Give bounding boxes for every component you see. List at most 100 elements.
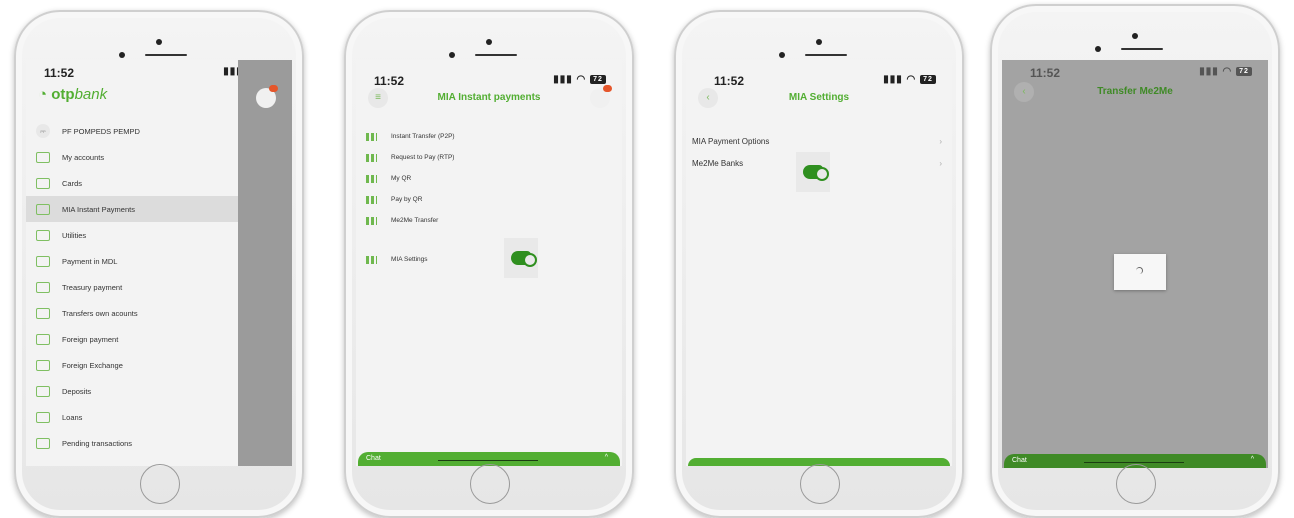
menu-item-foreign-payment[interactable]: Foreign payment (26, 326, 246, 352)
menu-item-my-accounts[interactable]: My accounts (26, 144, 246, 170)
chevron-up-icon[interactable]: ^ (605, 454, 608, 461)
menu-item-cards[interactable]: Cards (26, 170, 246, 196)
utilities-icon (36, 229, 50, 241)
menu-item-foreign-exchange[interactable]: Foreign Exchange (26, 352, 246, 378)
list-item-my-qr[interactable]: My QR (362, 168, 622, 189)
menu-label: Foreign Exchange (62, 360, 123, 370)
sensor-dot (449, 52, 455, 58)
card-icon (36, 177, 50, 189)
notification-bell-icon[interactable] (590, 85, 612, 108)
speaker-grille (1121, 48, 1163, 50)
item-label: MIA Settings (391, 256, 428, 263)
side-menu: PP PF POMPEDS PEMPD My accounts Cards MIA… (26, 118, 246, 456)
chat-handle (438, 460, 538, 461)
item-label: Pay by QR (391, 196, 423, 203)
avatar: PP (36, 124, 50, 138)
chevron-up-icon[interactable]: ^ (1251, 456, 1254, 463)
list-item-mia-settings[interactable]: MIA Settings (362, 249, 622, 270)
menu-label: Payment in MDL (62, 256, 118, 266)
chevron-right-icon: › (939, 136, 942, 146)
page-title: Transfer Me2Me (1097, 86, 1173, 97)
home-button[interactable] (1116, 464, 1156, 504)
menu-label: Foreign payment (62, 334, 119, 344)
item-label: My QR (391, 175, 412, 182)
menu-label: Cards (62, 178, 83, 188)
battery-icon: 72 (920, 74, 936, 84)
menu-label: Utilities (62, 230, 87, 240)
phone-4: 11:52 ▮▮▮ ◠ 72 ‹ Transfer Me2Me Chat ^ (990, 4, 1280, 518)
home-button[interactable] (470, 464, 510, 504)
menu-item-treasury[interactable]: Treasury payment (26, 274, 246, 300)
list-item-request-to-pay[interactable]: Request to Pay (RTP) (362, 147, 622, 168)
otpbank-logo: ◔ otpbank (38, 86, 108, 103)
sensor-dot (119, 52, 125, 58)
phone-1: 11:52 ▮▮▮ ◠ 72 ◔ otpbank PPPF POMPEDS PE… (14, 10, 304, 518)
status-bar: 11:52 ▮▮▮ ◠ 72 (356, 72, 622, 90)
item-label: Me2Me Transfer (391, 217, 439, 224)
pointing-hand-icon (796, 152, 830, 192)
menu-label: Transfers own acounts (62, 308, 138, 318)
pending-icon (36, 437, 50, 449)
status-bar: 11:52 ▮▮▮ ◠ 72 (1002, 64, 1268, 82)
status-icons: ▮▮▮ ◠ 72 (553, 74, 606, 85)
swap-icon (36, 307, 50, 319)
phone-2: 11:52 ▮▮▮ ◠ 72 ≡ MIA Instant payments In… (344, 10, 634, 518)
request-icon (366, 153, 377, 162)
page-title: MIA Instant payments (437, 92, 541, 103)
status-bar: 11:52 ▮▮▮ ◠ 72 (686, 72, 952, 90)
screen-transfer-me2me: 11:52 ▮▮▮ ◠ 72 ‹ Transfer Me2Me Chat ^ (1002, 60, 1268, 468)
home-button[interactable] (140, 464, 180, 504)
item-label: Me2Me Banks (692, 158, 744, 168)
menu-item-utilities[interactable]: Utilities (26, 222, 246, 248)
status-time: 11:52 (374, 74, 405, 88)
treasury-icon (36, 281, 50, 293)
status-time: 11:52 (1030, 66, 1061, 80)
logo-suffix: bank (74, 86, 108, 103)
sensor-dot (1095, 46, 1101, 52)
menu-label: My accounts (62, 152, 105, 162)
page-title: MIA Settings (788, 92, 850, 103)
item-label: Instant Transfer (P2P) (391, 133, 455, 140)
transfer-icon (36, 203, 50, 215)
loading-spinner (1114, 254, 1166, 290)
menu-label: Treasury payment (62, 282, 123, 292)
item-label: Request to Pay (RTP) (391, 154, 455, 161)
scan-qr-icon (366, 195, 377, 204)
home-button[interactable] (800, 464, 840, 504)
chat-label: Chat (366, 455, 381, 462)
payment-options-list: Instant Transfer (P2P) Request to Pay (R… (362, 126, 622, 270)
list-item-instant-transfer[interactable]: Instant Transfer (P2P) (362, 126, 622, 147)
user-profile[interactable]: PP PF POMPEDS PEMPD (26, 118, 246, 144)
bank-icon (36, 151, 50, 163)
camera-dot (816, 39, 822, 45)
foreign-payment-icon (36, 333, 50, 345)
chevron-right-icon: › (939, 158, 942, 168)
notification-bell-icon[interactable] (256, 85, 278, 108)
camera-dot (1132, 33, 1138, 39)
person-icon (366, 216, 377, 225)
dim-overlay[interactable] (238, 60, 292, 466)
exchange-icon (36, 359, 50, 371)
menu-item-transfers-own[interactable]: Transfers own acounts (26, 300, 246, 326)
list-item-me2me[interactable]: Me2Me Transfer (362, 210, 622, 231)
list-item-payment-options[interactable]: MIA Payment Options › (692, 130, 942, 152)
status-time: 11:52 (44, 66, 75, 80)
menu-item-pending[interactable]: Pending transactions (26, 430, 246, 456)
deposit-icon (36, 385, 50, 397)
qr-icon (366, 174, 377, 183)
menu-label: Deposits (62, 386, 92, 396)
speaker-grille (475, 54, 517, 56)
list-item-pay-by-qr[interactable]: Pay by QR (362, 189, 622, 210)
menu-item-payment-mdl[interactable]: Payment in MDL (26, 248, 246, 274)
speaker-grille (805, 54, 847, 56)
user-name: PF POMPEDS PEMPD (62, 126, 140, 136)
menu-item-loans[interactable]: Loans (26, 404, 246, 430)
logo-brand: otp (51, 86, 75, 103)
speaker-grille (145, 54, 187, 56)
menu-label: MIA Instant Payments (62, 204, 135, 214)
menu-item-deposits[interactable]: Deposits (26, 378, 246, 404)
menu-item-mia-instant-payments[interactable]: MIA Instant Payments (26, 196, 246, 222)
pointing-hand-icon (504, 238, 538, 278)
item-label: MIA Payment Options (692, 136, 770, 146)
battery-icon: 72 (590, 74, 606, 84)
